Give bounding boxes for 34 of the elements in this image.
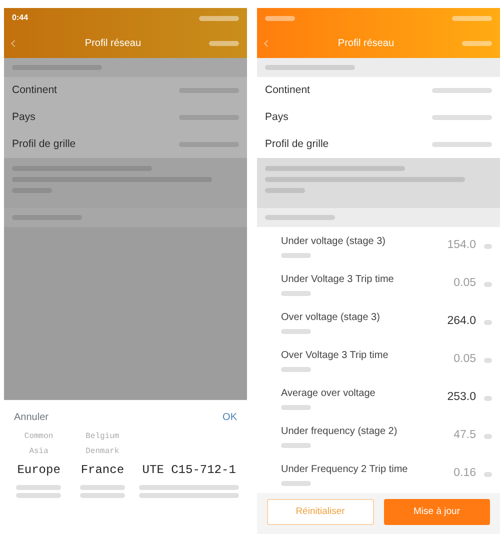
status-time: 0:44 <box>12 12 28 24</box>
parameter-label: Over Voltage 3 Trip time <box>281 349 388 363</box>
value-field[interactable]: 0.05 <box>428 275 476 293</box>
parameter-label: Over voltage (stage 3) <box>281 311 380 325</box>
field-label: Continent <box>12 82 57 98</box>
value-field[interactable]: 154.0 <box>428 237 476 255</box>
parameter-label: Average over voltage <box>281 387 376 401</box>
ok-button[interactable]: OK <box>222 410 237 425</box>
value-field[interactable]: 47.5 <box>428 427 476 445</box>
value-field[interactable]: 253.0 <box>428 389 476 407</box>
picker-option[interactable]: Belgium <box>86 431 120 443</box>
reset-button[interactable]: Réinitialiser <box>267 499 374 525</box>
parameter-label: Under Frequency 2 Trip time <box>281 463 408 477</box>
picker-option[interactable]: Europe <box>17 461 60 479</box>
picker-option[interactable]: Asia <box>29 446 48 458</box>
picker-option[interactable]: UTE C15-712-1 <box>142 461 236 479</box>
field-label: Pays <box>265 110 288 125</box>
screen-title: Profil réseau <box>84 36 142 50</box>
picker-option[interactable]: France <box>80 461 124 479</box>
parameter-label: Under frequency (stage 2) <box>281 425 398 439</box>
cancel-button[interactable]: Annuler <box>14 410 48 425</box>
field-label: Profil de grille <box>12 136 76 152</box>
field-label: Continent <box>265 82 310 98</box>
update-button[interactable]: Mise à jour <box>384 499 490 525</box>
parameter-label: Under Voltage 3 Trip time <box>281 273 394 287</box>
value-field[interactable]: 0.16 <box>428 465 476 483</box>
picker-option[interactable]: Common <box>24 431 54 443</box>
value-field[interactable]: 264.0 <box>428 313 476 331</box>
field-label: Pays <box>12 110 36 125</box>
value-field[interactable]: 0.05 <box>428 351 476 369</box>
field-label: Profil de grille <box>265 136 329 152</box>
picker-option[interactable]: Denmark <box>86 446 120 458</box>
screen-title: Profil réseau <box>338 36 394 50</box>
parameter-label: Under voltage (stage 3) <box>281 235 386 249</box>
